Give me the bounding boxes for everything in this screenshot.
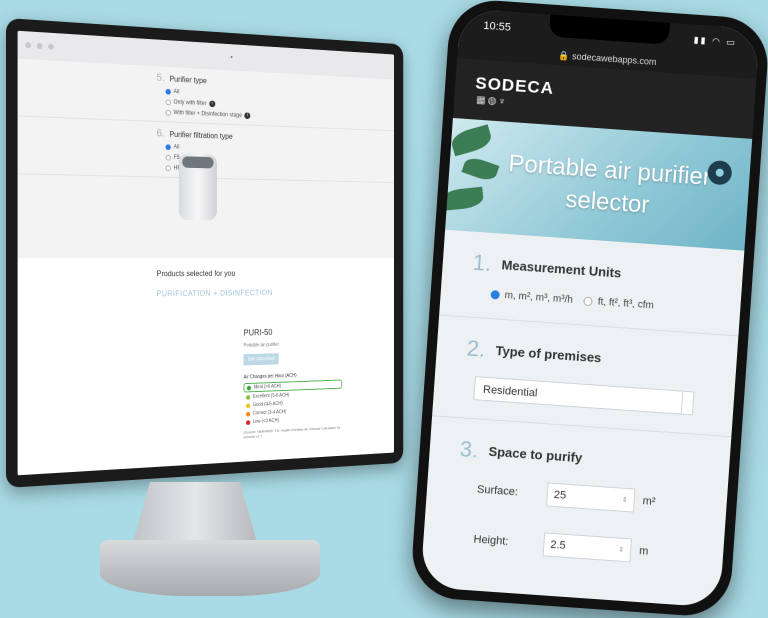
phone-screen: 10:55 ▮▮ ◠ ▭ 🔒 sodecawebapps.com SODECA … — [420, 8, 760, 608]
section-title: Purifier filtration type — [169, 130, 232, 141]
status-dot — [246, 395, 250, 400]
metric-label: m, m², m³, m³/h — [504, 290, 573, 306]
section-number: 3. — [459, 436, 479, 462]
product-name: PURI-50 — [243, 326, 342, 337]
section-number: 5. — [157, 72, 165, 84]
hero-title: Portable air purifier selector — [487, 147, 731, 228]
selector-form: 1. Measurement Units m, m², m³, m³/h ft,… — [420, 230, 744, 608]
surface-input[interactable]: 25 ⇕ — [546, 482, 635, 512]
hero-banner: Portable air purifier selector — [445, 118, 752, 251]
premises-select[interactable]: Residential — [473, 376, 694, 415]
radio-button[interactable] — [166, 99, 171, 105]
ach-title: Air Changes per Hour (ACH) — [243, 371, 342, 380]
lock-icon: 🔒 — [558, 50, 570, 61]
back-icon[interactable] — [37, 43, 43, 49]
imperial-radio[interactable] — [583, 297, 593, 307]
radio-button[interactable] — [166, 109, 171, 115]
product-category: PURIFICATION + DISINFECTION — [157, 287, 394, 298]
imperial-label: ft, ft², ft³, cfm — [597, 297, 654, 312]
height-label: Height: — [473, 533, 544, 550]
status-dot — [247, 385, 251, 390]
radio-button[interactable] — [166, 144, 171, 150]
height-input[interactable]: 2.5 ⇕ — [543, 532, 632, 562]
metric-radio[interactable] — [490, 290, 500, 300]
products-title: Products selected for you — [157, 269, 394, 278]
radio-button[interactable] — [166, 89, 171, 95]
height-row: Height: 2.5 ⇕ m — [453, 526, 704, 567]
info-icon[interactable]: i — [209, 100, 215, 107]
section-number: 1. — [472, 250, 492, 276]
info-icon[interactable]: i — [245, 112, 251, 119]
surface-unit: m² — [642, 495, 656, 508]
product-info: PURI-50 Portable air purifier See datash… — [243, 326, 342, 439]
surface-label: Surface: — [477, 484, 548, 501]
surface-row: Surface: 25 ⇕ m² — [456, 476, 707, 517]
section-number: 2. — [466, 336, 486, 362]
section-title: Purifier type — [169, 75, 206, 85]
desktop-monitor: ● 5. Purifier type All Only with filter i… — [6, 18, 411, 498]
radio-button[interactable] — [166, 165, 171, 171]
status-dot — [246, 420, 250, 425]
monitor-base — [100, 540, 320, 596]
stepper-icon[interactable]: ⇕ — [622, 496, 628, 504]
space-section: 3. Space to purify Surface: 25 ⇕ m² Heig… — [422, 416, 732, 587]
purifier-product-image — [179, 153, 217, 220]
status-dot — [246, 403, 250, 408]
sidebar-toggle-icon[interactable] — [25, 42, 31, 48]
phone-frame: 10:55 ▮▮ ◠ ▭ 🔒 sodecawebapps.com SODECA … — [409, 0, 768, 618]
height-unit: m — [639, 545, 649, 558]
radio-button[interactable] — [166, 154, 171, 160]
section-number: 6. — [157, 128, 165, 140]
units-options: m, m², m³, m³/h ft, ft², ft³, cfm — [470, 288, 720, 316]
datasheet-button[interactable]: See datasheet — [243, 353, 278, 365]
section-title: Type of premises — [495, 343, 602, 365]
clock: 10:55 — [483, 20, 511, 34]
leaf-decoration — [445, 187, 484, 211]
leaf-decoration — [449, 124, 494, 156]
notch — [549, 15, 670, 45]
status-dot — [246, 411, 250, 416]
section-title: Measurement Units — [501, 257, 622, 280]
product-subtitle: Portable air purifier — [243, 341, 342, 349]
section-title: Space to purify — [488, 444, 583, 466]
monitor-bezel: ● 5. Purifier type All Only with filter i… — [6, 18, 403, 488]
stepper-icon[interactable]: ⇕ — [618, 546, 624, 554]
signal-wifi-battery-icon: ▮▮ ◠ ▭ — [693, 35, 737, 49]
web-page: 5. Purifier type All Only with filter i W… — [18, 59, 394, 476]
forward-icon[interactable] — [48, 44, 54, 50]
smartphone: 10:55 ▮▮ ◠ ▭ 🔒 sodecawebapps.com SODECA … — [409, 0, 768, 618]
monitor-screen: ● 5. Purifier type All Only with filter i… — [18, 31, 394, 476]
url-text: sodecawebapps.com — [572, 51, 657, 67]
logo-icons: ▦◍♆ — [476, 95, 508, 108]
